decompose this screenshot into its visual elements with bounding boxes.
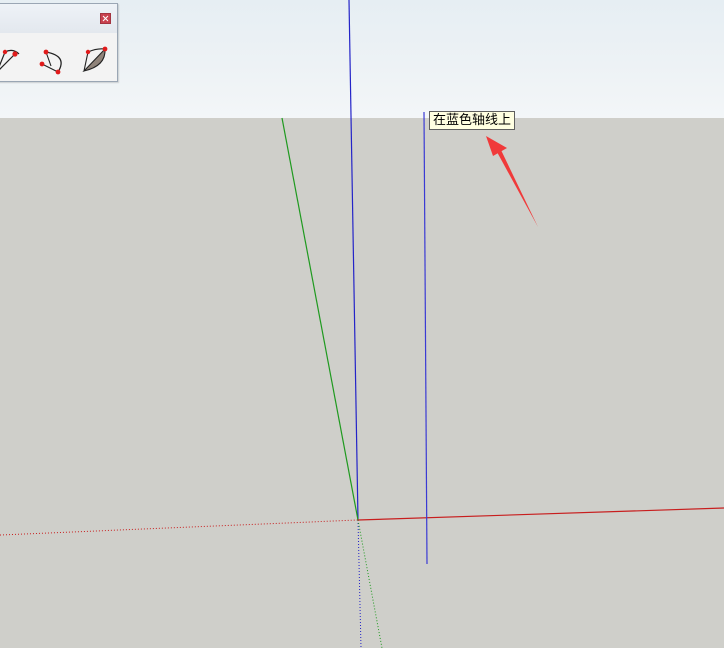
close-icon[interactable] [100, 13, 111, 24]
arc-tool-button[interactable] [0, 42, 25, 76]
annotation-arrow [486, 136, 538, 227]
two-point-arc-button[interactable] [38, 42, 70, 76]
drawing-viewport[interactable]: 在蓝色轴线上 [0, 0, 724, 648]
green-axis-negative [357, 519, 383, 648]
blue-axis-negative [357, 519, 362, 648]
pie-tool-icon [82, 46, 108, 72]
model-scene [0, 0, 724, 648]
arc-toolbar [0, 3, 118, 82]
blue-axis [348, 0, 359, 521]
two-point-arc-icon [39, 49, 62, 75]
pie-tool-button[interactable] [79, 42, 111, 76]
drawn-blue-line[interactable] [423, 111, 428, 565]
inference-tooltip: 在蓝色轴线上 [429, 111, 516, 130]
red-axis-negative [0, 519, 359, 536]
red-axis [357, 507, 724, 521]
arc-tool-icon [0, 49, 20, 70]
green-axis [281, 117, 359, 521]
